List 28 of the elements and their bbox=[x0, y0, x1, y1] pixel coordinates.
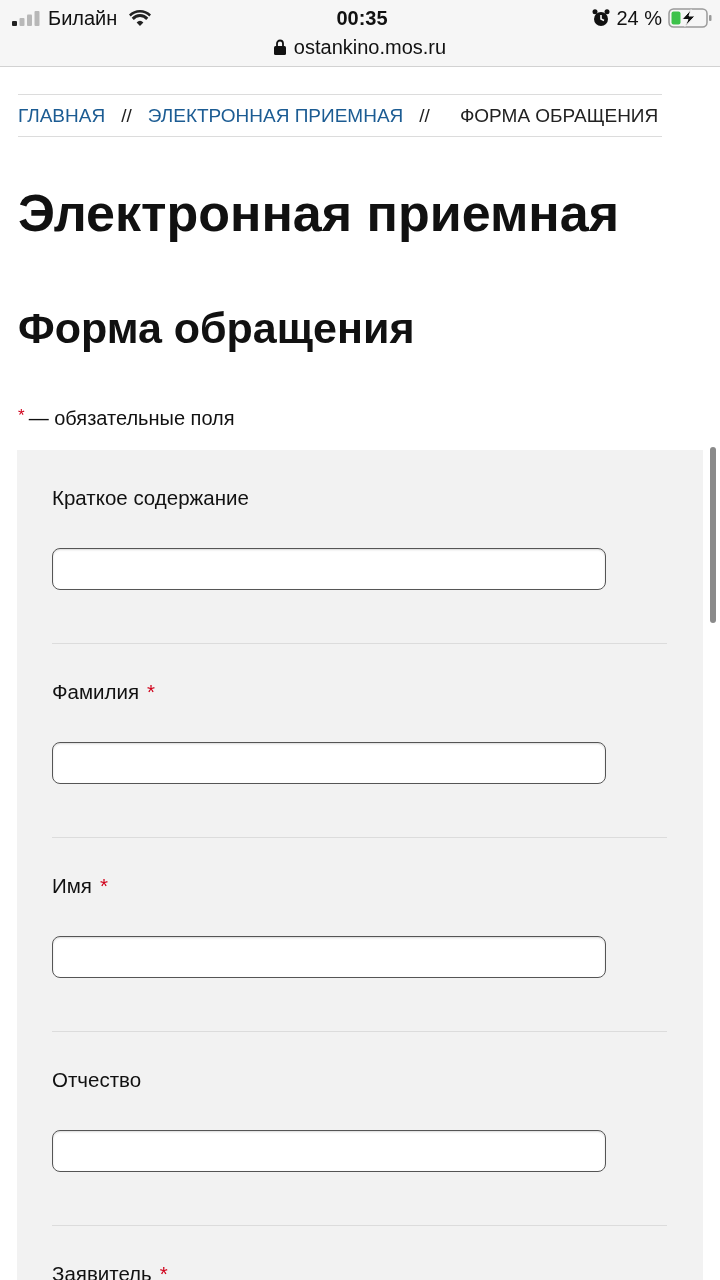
page-title: Электронная приемная bbox=[18, 183, 620, 243]
field-label: Отчество bbox=[52, 1068, 142, 1092]
text-input[interactable] bbox=[52, 742, 606, 784]
text-input[interactable] bbox=[52, 936, 606, 978]
field-label: Имя bbox=[52, 874, 92, 898]
text-input[interactable] bbox=[52, 548, 606, 590]
signal-icon bbox=[12, 10, 40, 26]
breadcrumb-separator: // bbox=[419, 104, 430, 127]
required-mark: * bbox=[18, 406, 25, 426]
breadcrumb-link[interactable]: ГЛАВНАЯ bbox=[18, 104, 106, 127]
breadcrumb-separator: // bbox=[121, 104, 132, 127]
lock-icon bbox=[273, 39, 286, 55]
form-title: Форма обращения bbox=[18, 303, 415, 353]
required-mark: * bbox=[99, 874, 108, 898]
breadcrumb-link[interactable]: ЭЛЕКТРОННАЯ ПРИЕМНАЯ bbox=[147, 104, 404, 127]
status-time: 00:35 bbox=[336, 6, 388, 30]
required-fields-note: — обязательные поля bbox=[28, 406, 235, 430]
breadcrumb-current: ФОРМА ОБРАЩЕНИЯ bbox=[459, 104, 659, 127]
wifi-icon bbox=[129, 10, 152, 26]
required-mark: * bbox=[159, 1262, 168, 1280]
address-bar-url[interactable]: ostankino.mos.ru bbox=[293, 35, 447, 59]
required-mark: * bbox=[147, 680, 156, 704]
field-label: Фамилия bbox=[52, 680, 140, 704]
battery-percent: 24 % bbox=[616, 6, 662, 30]
carrier-name: Билайн bbox=[48, 6, 118, 30]
alarm-clock-icon bbox=[592, 9, 611, 27]
text-input[interactable] bbox=[52, 1130, 606, 1172]
field-label: Краткое содержание bbox=[52, 486, 249, 510]
